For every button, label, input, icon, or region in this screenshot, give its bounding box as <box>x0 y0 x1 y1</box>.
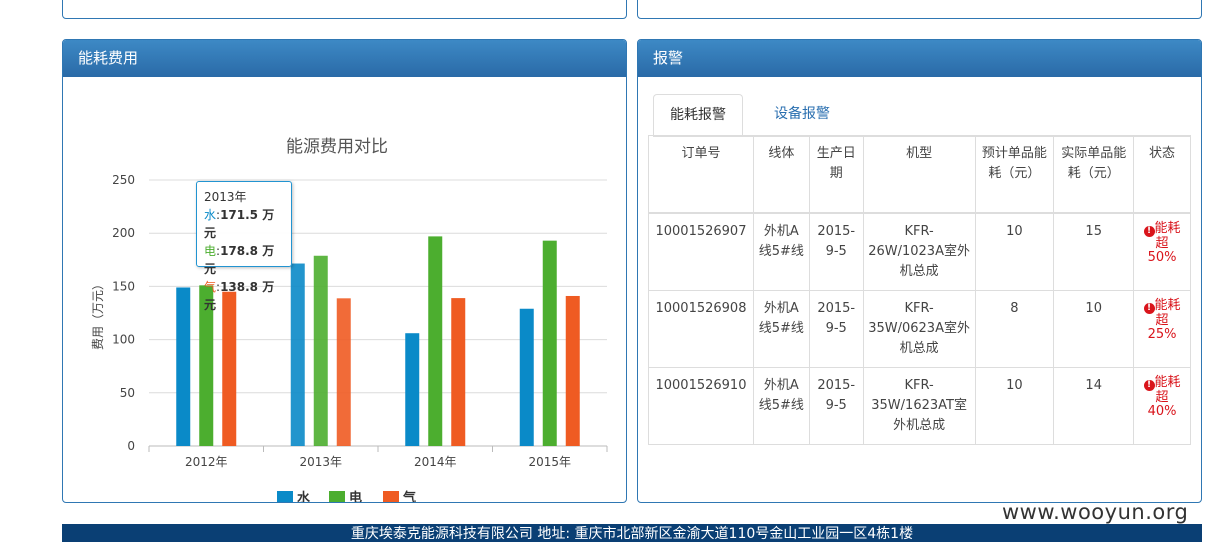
table-row: 10001526908 外机A线5#线 2015-9-5 KFR-35W/062… <box>648 290 1191 368</box>
cell-status: ! 能耗超 25% <box>1133 290 1191 368</box>
legend-swatch-gas <box>383 491 399 502</box>
cell-status: ! 能耗超 40% <box>1133 367 1191 445</box>
bar-electric <box>313 255 328 446</box>
col-date: 生产日期 <box>808 135 864 214</box>
cell-model: KFR-26W/1023A室外机总成 <box>862 212 976 291</box>
top-right-panel <box>637 0 1202 19</box>
alarm-panel-title: 报警 <box>638 40 1201 77</box>
table-header-row: 订单号 线体 生产日期 机型 预计单品能耗（元） 实际单品能耗（元） 状态 <box>648 135 1191 214</box>
cell-line: 外机A线5#线 <box>752 212 810 291</box>
tab-energy-alarm[interactable]: 能耗报警 <box>653 94 743 136</box>
cell-model: KFR-35W/0623A室外机总成 <box>862 290 976 368</box>
warning-icon: ! <box>1143 303 1155 314</box>
cell-line: 外机A线5#线 <box>752 367 810 445</box>
alarm-table: 订单号 线体 生产日期 机型 预计单品能耗（元） 实际单品能耗（元） 状态 10… <box>648 135 1191 445</box>
col-model: 机型 <box>862 135 976 214</box>
legend-label-electric: 电 <box>349 490 362 502</box>
cell-expected: 8 <box>974 290 1055 368</box>
bar-water <box>405 333 420 446</box>
cell-date: 2015-9-5 <box>808 212 864 291</box>
status-text: 能耗超 <box>1154 298 1181 328</box>
bar-gas <box>336 298 351 446</box>
cell-status: ! 能耗超 50% <box>1133 212 1191 291</box>
tooltip-row-water: 水:171.5 万元 <box>204 208 275 240</box>
bar-electric <box>428 236 443 446</box>
cell-actual: 10 <box>1053 290 1135 368</box>
warning-icon: ! <box>1143 380 1155 391</box>
col-order: 订单号 <box>648 135 754 214</box>
cell-expected: 10 <box>974 212 1055 291</box>
tooltip-category: 2013年 <box>204 190 247 204</box>
cell-date: 2015-9-5 <box>808 367 864 445</box>
bar-gas <box>451 298 466 446</box>
y-tick-label: 200 <box>112 226 135 240</box>
tooltip-series-gas: 气 <box>204 280 217 294</box>
table-row: 10001526910 外机A线5#线 2015-9-5 KFR-35W/162… <box>648 367 1191 445</box>
y-tick-label: 250 <box>112 173 135 187</box>
y-tick-label: 150 <box>112 279 135 293</box>
y-tick-label: 0 <box>127 439 135 453</box>
x-tick-label: 2013年 <box>299 455 342 469</box>
warning-icon: ! <box>1143 226 1155 237</box>
status-text: 能耗超 <box>1154 221 1181 251</box>
cell-order: 10001526910 <box>648 367 754 445</box>
y-axis-label: 费用（万元） <box>91 278 105 350</box>
tooltip-series-water: 水 <box>204 208 217 222</box>
chart-title: 能源费用对比 <box>286 137 388 157</box>
status-percent: 40% <box>1147 404 1177 419</box>
energy-cost-panel: 能耗费用 能源费用对比 0 50 100 150 200 250 费用（万元） 2012年 201… <box>62 39 627 503</box>
cell-line: 外机A线5#线 <box>752 290 810 368</box>
top-left-panel <box>62 0 627 19</box>
energy-panel-title: 能耗费用 <box>63 40 626 77</box>
status-text: 能耗超 <box>1154 375 1181 405</box>
bar-water <box>290 263 305 446</box>
bar-water <box>176 287 191 446</box>
y-tick-label: 50 <box>120 386 135 400</box>
tooltip-row-electric: 电:178.8 万元 <box>204 244 275 276</box>
x-tick-label: 2012年 <box>185 455 228 469</box>
footer: 重庆埃泰克能源科技有限公司 地址: 重庆市北部新区金渝大道110号金山工业园一区… <box>62 524 1202 542</box>
bar-gas <box>565 295 580 446</box>
x-tick-label: 2015年 <box>528 455 571 469</box>
cell-order: 10001526907 <box>648 212 754 291</box>
cell-model: KFR-35W/1623AT室外机总成 <box>862 367 976 445</box>
cell-actual: 14 <box>1053 367 1135 445</box>
legend-swatch-water <box>277 491 293 502</box>
status-percent: 25% <box>1147 327 1177 342</box>
cell-actual: 15 <box>1053 212 1135 291</box>
bar-water <box>519 308 534 446</box>
table-row: 10001526907 外机A线5#线 2015-9-5 KFR-26W/102… <box>648 212 1191 291</box>
y-tick-label: 100 <box>112 333 135 347</box>
watermark: www.wooyun.org <box>1002 500 1189 524</box>
col-actual: 实际单品能耗（元） <box>1053 135 1135 214</box>
tooltip-series-electric: 电 <box>204 244 217 258</box>
bar-gas <box>222 291 237 446</box>
alarm-tabs: 能耗报警 设备报警 <box>653 94 1191 137</box>
tooltip-row-gas: 气:138.8 万元 <box>204 280 275 312</box>
col-expected: 预计单品能耗（元） <box>974 135 1055 214</box>
x-tick-label: 2014年 <box>414 455 457 469</box>
legend-label-water: 水 <box>297 490 311 502</box>
bar-electric <box>542 240 557 446</box>
cell-order: 10001526908 <box>648 290 754 368</box>
energy-cost-chart: 能源费用对比050100150200250费用（万元）2012年 2013年 201… <box>91 137 608 502</box>
alarm-panel: 报警 能耗报警 设备报警 订单号 线体 生产日期 机型 预计单品能耗（元） 实际… <box>637 39 1202 503</box>
tab-device-alarm[interactable]: 设备报警 <box>758 94 846 135</box>
legend-label-gas: 气 <box>403 490 416 502</box>
col-status: 状态 <box>1133 135 1191 214</box>
cell-expected: 10 <box>974 367 1055 445</box>
status-percent: 50% <box>1147 250 1177 265</box>
legend-swatch-electric <box>329 491 345 502</box>
chart-tooltip: 2013年 水:171.5 万元 电:178.8 万元 气:138.8 万元 <box>196 181 292 312</box>
col-line: 线体 <box>752 135 810 214</box>
cell-date: 2015-9-5 <box>808 290 864 368</box>
